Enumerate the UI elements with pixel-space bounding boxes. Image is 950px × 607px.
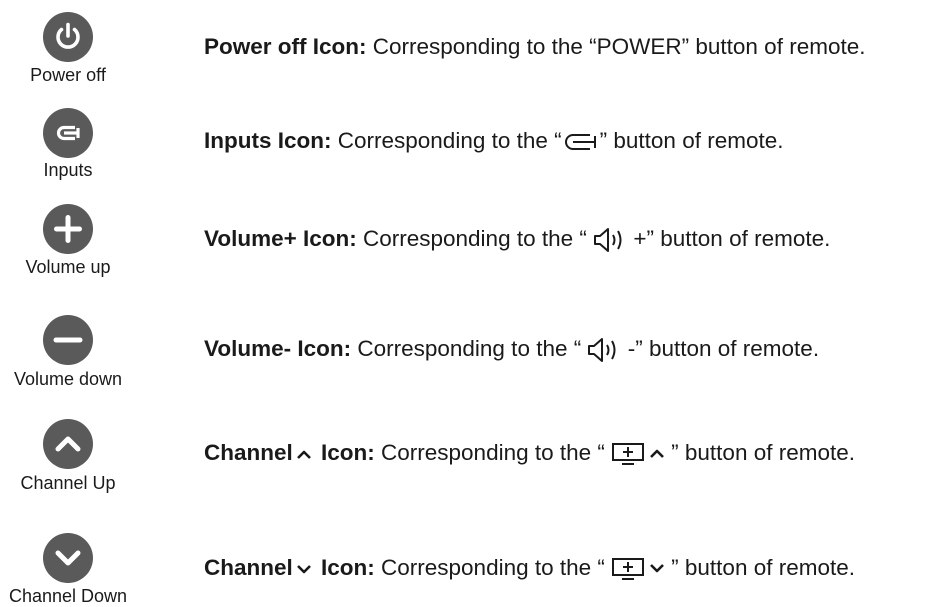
description-volume-up: Volume+ Icon: Corresponding to the “ +” … (204, 226, 830, 253)
power-icon (43, 12, 93, 62)
description-inputs: Inputs Icon: Corresponding to the “ ” bu… (204, 128, 784, 154)
label-channel-up-suffix: Icon: (314, 440, 375, 465)
text-power: Corresponding to the “POWER” button of r… (366, 34, 866, 59)
text-channel-up-a: Corresponding to the “ (374, 440, 612, 465)
chevron-down-icon (43, 533, 93, 583)
channel-up-symbol (611, 440, 671, 468)
label-volume-plus-icon: Volume+ Icon: (204, 226, 357, 251)
label-volume-minus-icon: Volume- Icon: (204, 336, 352, 361)
label-inputs-icon: Inputs Icon: (204, 128, 332, 153)
caption-volume-down: Volume down (13, 369, 123, 389)
text-volume-up-a: Corresponding to the “ (356, 226, 594, 251)
caption-channel-down: Channel Down (8, 586, 128, 606)
text-volume-down-b: -” button of remote. (621, 336, 820, 361)
text-channel-down-a: Corresponding to the “ (374, 555, 612, 580)
speaker-symbol (587, 337, 621, 363)
caption-channel-up: Channel Up (20, 473, 116, 493)
text-volume-down-a: Corresponding to the “ (351, 336, 588, 361)
caption-power-off: Power off (30, 65, 106, 85)
channel-down-symbol (611, 555, 671, 583)
caption-volume-up: Volume up (25, 257, 111, 277)
label-channel-up-word: Channel (204, 440, 293, 465)
label-power-icon: Power off Icon: (204, 34, 367, 59)
description-channel-down: Channel Icon: Corresponding to the “ ” b… (204, 555, 855, 583)
description-power: Power off Icon: Corresponding to the “PO… (204, 34, 865, 60)
text-volume-up-b: +” button of remote. (627, 226, 831, 251)
speaker-symbol (593, 227, 627, 253)
label-channel-down-suffix: Icon: (314, 555, 375, 580)
description-volume-down: Volume- Icon: Corresponding to the “ -” … (204, 336, 819, 363)
minus-icon (43, 315, 93, 365)
caption-inputs: Inputs (43, 160, 93, 180)
label-channel-up-icon: Channel Icon: (204, 440, 375, 465)
text-channel-up-b: ” button of remote. (671, 440, 856, 465)
label-channel-down-icon: Channel Icon: (204, 555, 375, 580)
text-inputs-b: ” button of remote. (599, 128, 784, 153)
inputs-icon (43, 108, 93, 158)
text-inputs-a: Corresponding to the “ (331, 128, 562, 153)
text-channel-down-b: ” button of remote. (671, 555, 856, 580)
label-channel-down-word: Channel (204, 555, 293, 580)
input-source-symbol (562, 131, 600, 153)
caret-down-symbol (296, 563, 312, 575)
plus-icon (43, 204, 93, 254)
caret-up-symbol (296, 448, 312, 460)
description-channel-up: Channel Icon: Corresponding to the “ ” b… (204, 440, 855, 468)
chevron-up-icon (43, 419, 93, 469)
